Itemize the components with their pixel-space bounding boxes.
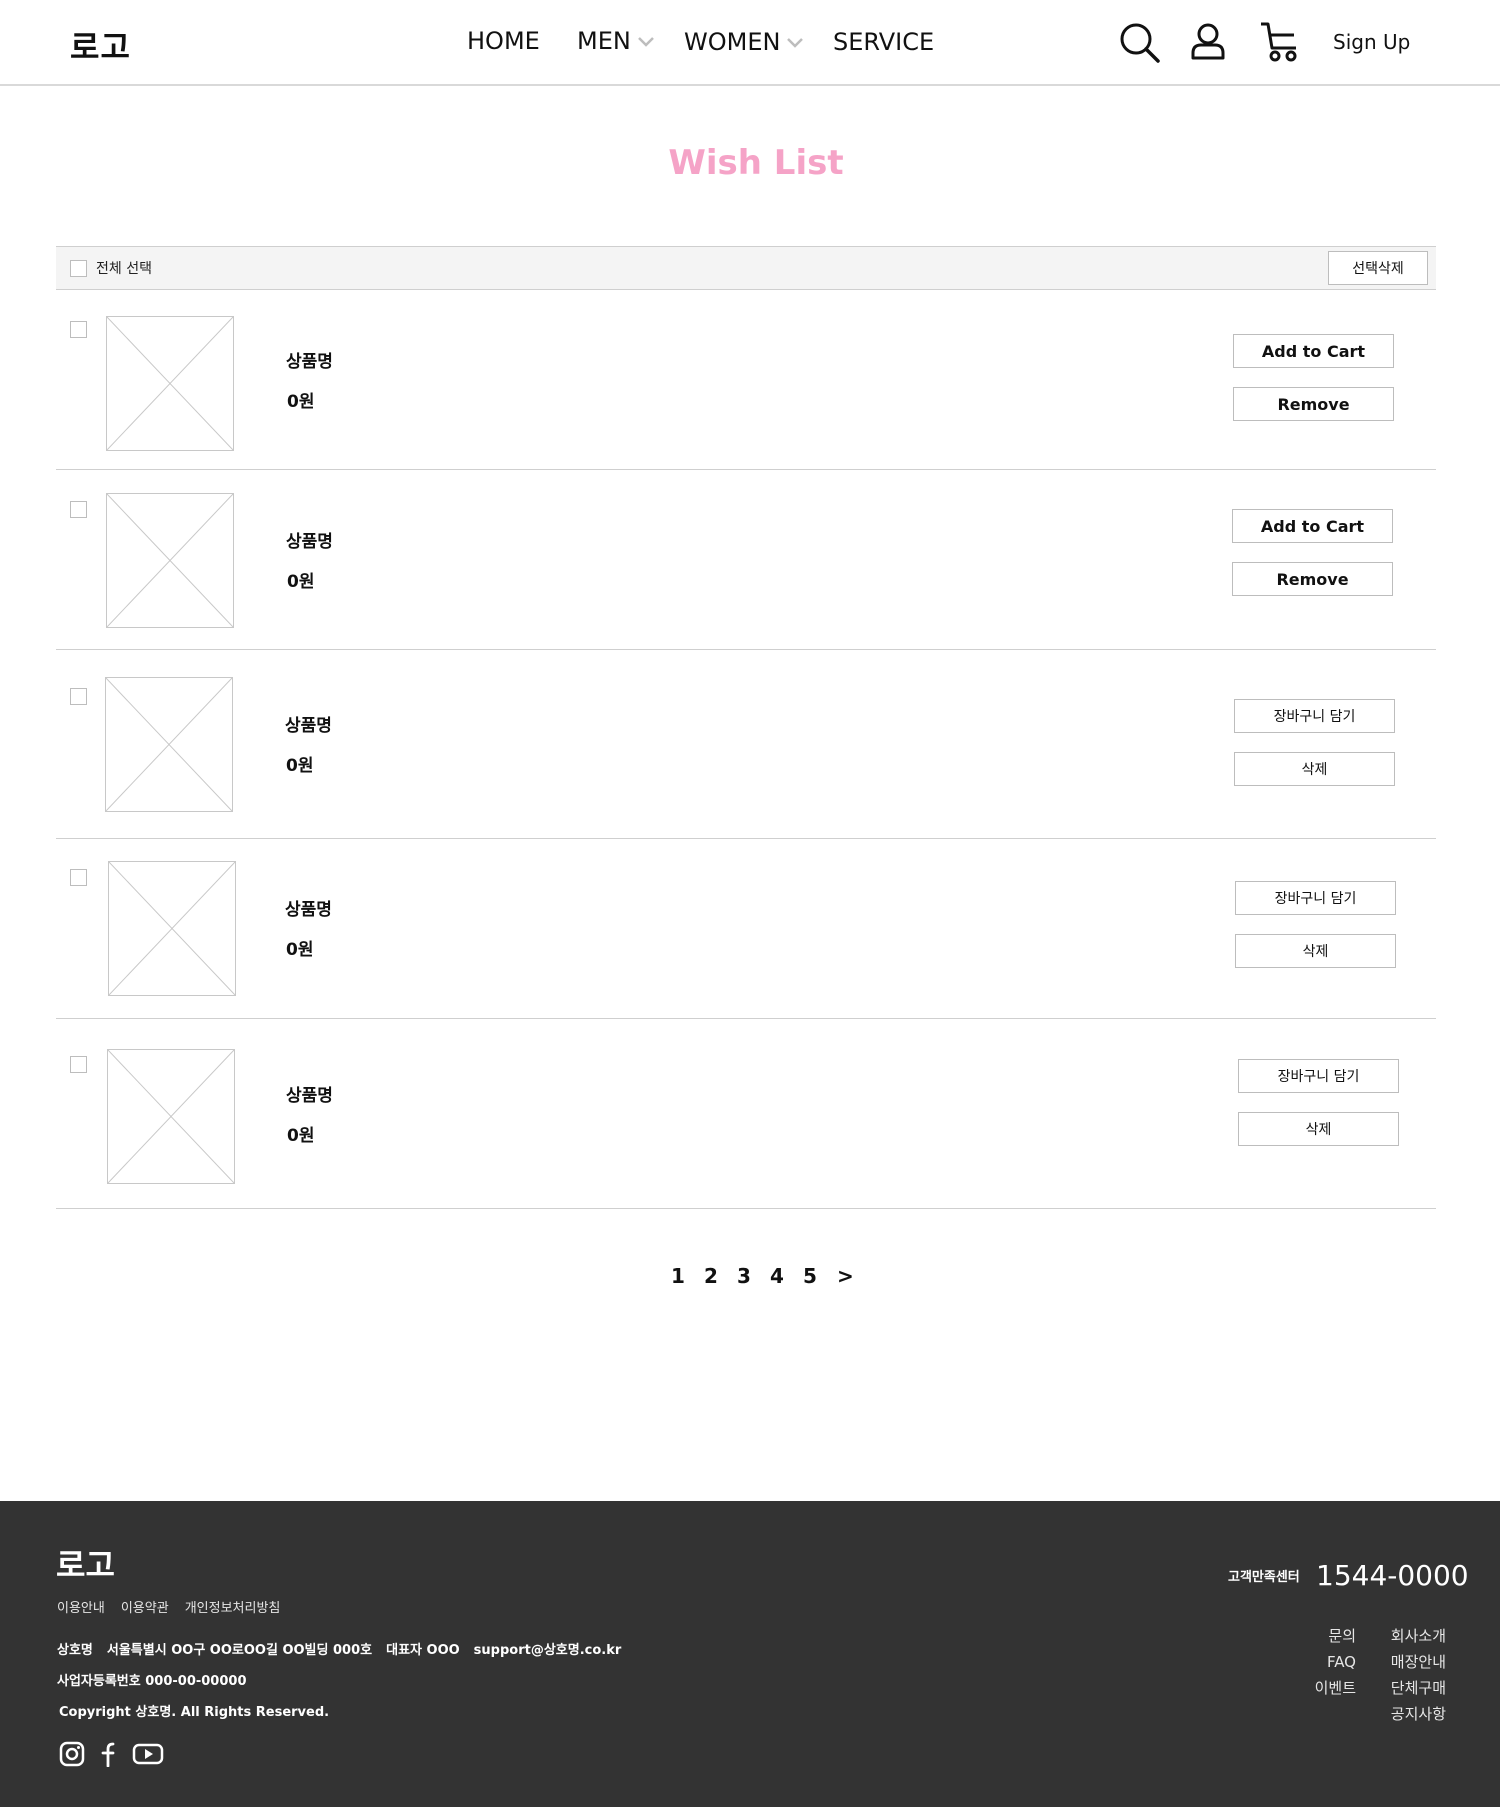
nav-men[interactable]: MEN bbox=[577, 27, 655, 55]
product-image-placeholder[interactable] bbox=[106, 316, 234, 451]
cart-icon[interactable] bbox=[1258, 20, 1302, 64]
remove-button[interactable]: Remove bbox=[1233, 387, 1394, 421]
nav-home-label: HOME bbox=[467, 27, 540, 55]
company-name: 상호명 bbox=[57, 1643, 93, 1658]
product-price: 0원 bbox=[287, 572, 315, 592]
copyright: Copyright 상호명. All Rights Reserved. bbox=[59, 1705, 330, 1720]
wishlist-row: 상품명 0원 Add to Cart Remove bbox=[56, 291, 1436, 470]
footer-menu-about[interactable]: 회사소개 bbox=[1376, 1623, 1446, 1649]
footer-link-privacy[interactable]: 개인정보처리방침 bbox=[185, 1597, 281, 1616]
select-all-label: 전체 선택 bbox=[96, 261, 152, 277]
footer-menu-inquiry[interactable]: 문의 bbox=[1300, 1623, 1356, 1649]
company-email[interactable]: support@상호명.co.kr bbox=[474, 1639, 622, 1658]
nav-home[interactable]: HOME bbox=[467, 27, 540, 55]
pagination: 1 2 3 4 5 > bbox=[0, 1264, 1500, 1294]
page-title: Wish List bbox=[668, 143, 844, 183]
product-name[interactable]: 상품명 bbox=[285, 895, 332, 920]
youtube-icon[interactable] bbox=[132, 1741, 164, 1767]
sign-up-link[interactable]: Sign Up bbox=[1333, 30, 1410, 54]
footer-menu-stores[interactable]: 매장안내 bbox=[1376, 1649, 1446, 1675]
add-to-cart-button[interactable]: 장바구니 담기 bbox=[1235, 881, 1396, 915]
product-name[interactable]: 상품명 bbox=[286, 527, 333, 552]
product-image-placeholder[interactable] bbox=[107, 1049, 235, 1184]
chevron-down-icon bbox=[787, 38, 804, 48]
user-icon[interactable] bbox=[1186, 20, 1230, 64]
site-header: 로고 HOME MEN WOMEN SERVICE Sign Up bbox=[0, 0, 1500, 86]
search-icon[interactable] bbox=[1118, 20, 1162, 64]
add-to-cart-button[interactable]: Add to Cart bbox=[1232, 509, 1393, 543]
page-4[interactable]: 4 bbox=[770, 1264, 784, 1288]
nav-women-label: WOMEN bbox=[684, 28, 781, 56]
company-address: 서울특별시 OO구 OO로OO길 OO빌딩 000호 bbox=[106, 1643, 373, 1658]
product-image-placeholder[interactable] bbox=[106, 493, 234, 628]
company-info: 상호명 서울특별시 OO구 OO로OO길 OO빌딩 000호 대표자 OOO s… bbox=[57, 1639, 621, 1658]
product-image-placeholder[interactable] bbox=[108, 861, 236, 996]
delete-selected-button[interactable]: 선택삭제 bbox=[1328, 251, 1428, 285]
footer-menu-col2: 회사소개 매장안내 단체구매 공지사항 bbox=[1376, 1623, 1446, 1727]
nav-women[interactable]: WOMEN bbox=[684, 28, 804, 56]
item-checkbox[interactable] bbox=[70, 869, 87, 886]
remove-button[interactable]: Remove bbox=[1232, 562, 1393, 596]
footer-links: 이용안내 이용약관 개인정보처리방침 bbox=[57, 1597, 280, 1616]
item-checkbox[interactable] bbox=[70, 1056, 87, 1073]
add-to-cart-button[interactable]: 장바구니 담기 bbox=[1234, 699, 1395, 733]
add-to-cart-button[interactable]: Add to Cart bbox=[1233, 334, 1394, 368]
footer-menu-faq[interactable]: FAQ bbox=[1300, 1649, 1356, 1675]
business-number: 사업자등록번호 000-00-00000 bbox=[57, 1674, 247, 1689]
wishlist-row: 상품명 0원 장바구니 담기 삭제 bbox=[56, 1019, 1436, 1209]
site-footer: 로고 이용안내 이용약관 개인정보처리방침 상호명 서울특별시 OO구 OO로O… bbox=[0, 1501, 1500, 1807]
item-checkbox[interactable] bbox=[70, 321, 87, 338]
product-name[interactable]: 상품명 bbox=[286, 347, 333, 372]
nav-service-label: SERVICE bbox=[833, 28, 935, 56]
product-name[interactable]: 상품명 bbox=[286, 1081, 333, 1106]
item-checkbox[interactable] bbox=[70, 688, 87, 705]
select-all-checkbox[interactable] bbox=[70, 260, 87, 277]
product-price: 0원 bbox=[286, 756, 314, 776]
add-to-cart-button[interactable]: 장바구니 담기 bbox=[1238, 1059, 1399, 1093]
product-price: 0원 bbox=[286, 940, 314, 960]
footer-menu-event[interactable]: 이벤트 bbox=[1300, 1675, 1356, 1701]
next-page-button[interactable]: > bbox=[837, 1264, 854, 1288]
instagram-icon[interactable] bbox=[58, 1741, 86, 1767]
footer-menu-col1: 문의 FAQ 이벤트 bbox=[1300, 1623, 1356, 1701]
footer-link-terms[interactable]: 이용약관 bbox=[121, 1597, 169, 1616]
remove-button[interactable]: 삭제 bbox=[1234, 752, 1395, 786]
nav-men-label: MEN bbox=[577, 27, 631, 55]
wishlist-row: 상품명 0원 Add to Cart Remove bbox=[56, 470, 1436, 650]
product-name[interactable]: 상품명 bbox=[285, 711, 332, 736]
wishlist-row: 상품명 0원 장바구니 담기 삭제 bbox=[56, 839, 1436, 1019]
product-image-placeholder[interactable] bbox=[105, 677, 233, 812]
customer-center-label: 고객만족센터 bbox=[1228, 1570, 1300, 1585]
nav-service[interactable]: SERVICE bbox=[833, 28, 934, 56]
chevron-down-icon bbox=[637, 37, 654, 47]
customer-center-phone[interactable]: 1544-0000 bbox=[1316, 1559, 1469, 1592]
footer-menu-notice[interactable]: 공지사항 bbox=[1376, 1701, 1446, 1727]
remove-button[interactable]: 삭제 bbox=[1238, 1112, 1399, 1146]
facebook-icon[interactable] bbox=[96, 1741, 124, 1767]
logo[interactable]: 로고 bbox=[70, 22, 131, 68]
footer-menu-group-order[interactable]: 단체구매 bbox=[1376, 1675, 1446, 1701]
page-3[interactable]: 3 bbox=[737, 1264, 751, 1288]
product-price: 0원 bbox=[287, 1126, 315, 1146]
product-price: 0원 bbox=[287, 392, 315, 412]
remove-button[interactable]: 삭제 bbox=[1235, 934, 1396, 968]
company-ceo: 대표자 OOO bbox=[386, 1643, 460, 1658]
page-2[interactable]: 2 bbox=[704, 1264, 718, 1288]
footer-link-guide[interactable]: 이용안내 bbox=[57, 1597, 105, 1616]
wishlist-row: 상품명 0원 장바구니 담기 삭제 bbox=[56, 650, 1436, 839]
select-all-bar: 전체 선택 선택삭제 bbox=[56, 246, 1436, 290]
footer-logo[interactable]: 로고 bbox=[56, 1540, 115, 1586]
page-5[interactable]: 5 bbox=[803, 1264, 817, 1288]
item-checkbox[interactable] bbox=[70, 501, 87, 518]
page-1[interactable]: 1 bbox=[671, 1264, 685, 1288]
